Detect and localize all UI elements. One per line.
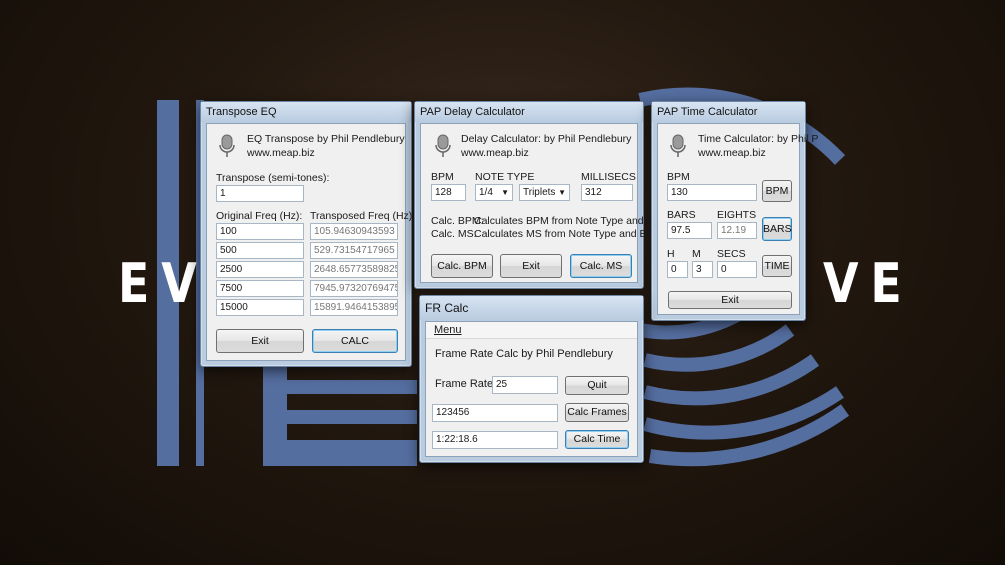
transposed-freq-output: 2648.65773589825 (310, 261, 398, 278)
window-title: PAP Time Calculator (652, 102, 805, 122)
chevron-down-icon: ▼ (558, 188, 566, 197)
website-text: www.meap.biz (247, 147, 315, 159)
menu-bar: Menu (426, 322, 637, 339)
original-freq-label: Original Freq (Hz): (216, 210, 303, 222)
help-bpm-text: Calculates BPM from Note Type and MS (474, 215, 663, 227)
transposed-freq-output: 105.94630943593 (310, 223, 398, 240)
frame-rate-input[interactable]: 25 (492, 376, 558, 394)
transpose-label: Transpose (semi-tones): (216, 172, 330, 184)
exit-button[interactable]: Exit (500, 254, 562, 278)
window-client-area: Menu Frame Rate Calc by Phil Pendlebury … (425, 321, 638, 457)
transposed-freq-output: 15891.9464153895 (310, 299, 398, 316)
bpm-label: BPM (431, 171, 454, 183)
seconds-label: SECS (717, 248, 746, 260)
app-heading: Delay Calculator: by Phil Pendlebury (461, 133, 632, 145)
transpose-eq-window: Transpose EQ EQ Transpose by Phil Pendle… (200, 101, 415, 367)
chevron-down-icon: ▼ (501, 188, 509, 197)
eights-output: 12.19 (717, 222, 757, 239)
fr-calc-window: FR Calc Menu Frame Rate Calc by Phil Pen… (419, 295, 644, 463)
exit-button[interactable]: Exit (216, 329, 304, 353)
transposed-freq-output: 7945.97320769475 (310, 280, 398, 297)
website-text: www.meap.biz (698, 147, 766, 159)
bars-input[interactable]: 97.5 (667, 222, 712, 239)
eights-label: EIGHTS (717, 209, 757, 221)
note-value-text: 1/4 (479, 187, 493, 198)
transposed-freq-output: 529.73154717965 (310, 242, 398, 259)
help-ms-key: Calc. MS: (431, 228, 477, 240)
original-freq-input[interactable]: 500 (216, 242, 304, 259)
minutes-input[interactable]: 3 (692, 261, 713, 278)
window-client-area: EQ Transpose by Phil Pendlebury www.meap… (206, 123, 415, 361)
time-input[interactable]: 1:22:18.6 (432, 431, 558, 449)
help-ms-text: Calculates MS from Note Type and BPM (474, 228, 663, 240)
app-heading: Time Calculator: by Phil P (698, 133, 819, 145)
calc-bpm-button[interactable]: Calc. BPM (431, 254, 493, 278)
bpm-label: BPM (667, 171, 690, 183)
original-freq-input[interactable]: 100 (216, 223, 304, 240)
note-type-label: NOTE TYPE (475, 171, 535, 183)
transpose-input[interactable]: 1 (216, 185, 304, 202)
bars-button[interactable]: BARS (762, 217, 792, 241)
bpm-input[interactable]: 130 (667, 184, 757, 201)
microphone-icon (219, 134, 235, 157)
millisecs-label: MILLISECS (581, 171, 636, 183)
transposed-freq-label: Transposed Freq (Hz): (310, 210, 416, 222)
frame-rate-label: Frame Rate: (435, 378, 497, 390)
millisecs-input[interactable]: 312 (581, 184, 633, 201)
window-client-area: Time Calculator: by Phil P www.meap.biz … (657, 123, 818, 315)
note-mode-select[interactable]: Triplets ▼ (519, 184, 570, 201)
microphone-icon (670, 134, 686, 157)
hours-label: H (667, 248, 675, 260)
bpm-input[interactable]: 128 (431, 184, 466, 201)
original-freq-input[interactable]: 7500 (216, 280, 304, 297)
logo-text-right: VE (823, 252, 914, 315)
delay-calculator-window: PAP Delay Calculator Delay Calculator: b… (414, 101, 662, 289)
app-heading: EQ Transpose by Phil Pendlebury (247, 133, 405, 145)
bpm-button[interactable]: BPM (762, 180, 792, 202)
quit-button[interactable]: Quit (565, 376, 629, 395)
bars-label: BARS (667, 209, 696, 221)
time-calculator-window: PAP Time Calculator Time Calculator: by … (651, 101, 818, 321)
hours-input[interactable]: 0 (667, 261, 688, 278)
note-mode-text: Triplets (523, 187, 556, 198)
window-title: Transpose EQ (201, 102, 411, 122)
window-title: PAP Delay Calculator (415, 102, 643, 122)
calc-frames-button[interactable]: Calc Frames (565, 403, 629, 422)
original-freq-input[interactable]: 2500 (216, 261, 304, 278)
logo-text-left: EV (118, 252, 209, 315)
exit-button[interactable]: Exit (668, 291, 792, 309)
seconds-input[interactable]: 0 (717, 261, 757, 278)
frames-input[interactable]: 123456 (432, 404, 558, 422)
minutes-label: M (692, 248, 701, 260)
window-client-area: Delay Calculator: by Phil Pendlebury www… (420, 123, 662, 283)
calc-ms-button[interactable]: Calc. MS (570, 254, 632, 278)
time-button[interactable]: TIME (762, 255, 792, 277)
website-text: www.meap.biz (461, 147, 529, 159)
calc-time-button[interactable]: Calc Time (565, 430, 629, 449)
note-value-select[interactable]: 1/4 ▼ (475, 184, 513, 201)
window-title: FR Calc (420, 296, 643, 320)
microphone-icon (435, 134, 451, 157)
app-heading: Frame Rate Calc by Phil Pendlebury (435, 348, 613, 360)
menu-item-menu[interactable]: Menu (434, 324, 462, 336)
original-freq-input[interactable]: 15000 (216, 299, 304, 316)
calc-button[interactable]: CALC (312, 329, 398, 353)
